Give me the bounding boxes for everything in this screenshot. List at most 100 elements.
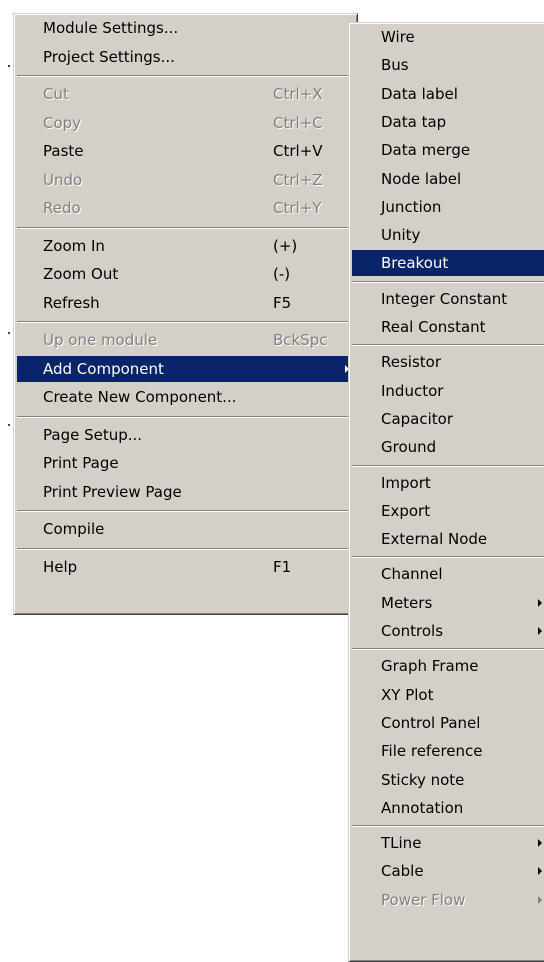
menu-item-label: Cable: [381, 862, 424, 881]
menu-item-print-preview-page[interactable]: Print Preview Page: [17, 479, 354, 505]
menu-item-label: Import: [381, 473, 431, 492]
menu-separator: [17, 510, 354, 512]
menu-item-label: Meters: [381, 593, 433, 612]
canvas-dot: [8, 424, 10, 426]
menu-item-label: Page Setup...: [43, 425, 143, 444]
add-component-submenu: Wire Bus Data label Data tap Data merge Node …: [348, 22, 544, 962]
submenu-item-node-label[interactable]: Node label: [352, 166, 544, 192]
menu-item-label: Integer Constant: [381, 289, 508, 308]
menu-item-zoom-in[interactable]: Zoom In (+): [17, 233, 354, 259]
canvas-dot: [8, 65, 10, 67]
menu-item-shortcut: Ctrl+X: [273, 85, 323, 103]
submenu-item-power-flow[interactable]: Power Flow: [352, 887, 544, 913]
submenu-item-control-panel[interactable]: Control Panel: [352, 710, 544, 736]
submenu-item-bus[interactable]: Bus: [352, 52, 544, 78]
menu-separator: [17, 415, 354, 418]
submenu-item-unity[interactable]: Unity: [352, 222, 544, 248]
menu-item-label: Print Preview Page: [43, 482, 182, 501]
submenu-arrow-icon: [538, 895, 542, 904]
menu-item-copy[interactable]: Copy Ctrl+C: [17, 110, 354, 136]
menu-item-label: Undo: [43, 170, 83, 189]
menu-item-label: Copy: [43, 113, 82, 132]
menu-item-label: Cut: [43, 85, 69, 103]
menu-separator: [17, 547, 354, 550]
menu-item-label: External Node: [381, 530, 488, 549]
menu-item-label: Refresh: [43, 293, 100, 312]
menu-item-print-page[interactable]: Print Page: [17, 450, 354, 476]
submenu-item-external-node[interactable]: External Node: [352, 526, 544, 552]
menu-item-label: Graph Frame: [381, 657, 479, 676]
menu-item-label: File reference: [381, 742, 483, 761]
menu-item-module-settings[interactable]: Module Settings...: [17, 15, 354, 41]
submenu-item-sticky-note[interactable]: Sticky note: [352, 767, 544, 793]
menu-item-shortcut: (+): [273, 236, 298, 255]
submenu-item-data-merge[interactable]: Data merge: [352, 137, 544, 163]
menu-item-zoom-out[interactable]: Zoom Out (-): [17, 261, 354, 287]
menu-separator: [352, 464, 544, 467]
submenu-arrow-icon: [538, 839, 542, 848]
submenu-item-capacitor[interactable]: Capacitor: [352, 406, 544, 432]
submenu-item-cable[interactable]: Cable: [352, 858, 544, 884]
submenu-item-resistor[interactable]: Resistor: [352, 349, 544, 375]
menu-item-refresh[interactable]: Refresh F5: [17, 290, 354, 316]
submenu-item-export[interactable]: Export: [352, 498, 544, 524]
submenu-item-data-tap[interactable]: Data tap: [352, 109, 544, 135]
menu-item-label: Export: [381, 501, 431, 520]
menu-item-page-setup[interactable]: Page Setup...: [17, 422, 354, 448]
menu-item-shortcut: Ctrl+Z: [273, 170, 323, 189]
submenu-item-real-constant[interactable]: Real Constant: [352, 314, 544, 340]
menu-separator: [17, 321, 354, 323]
submenu-item-inductor[interactable]: Inductor: [352, 378, 544, 404]
menu-item-label: Print Page: [43, 454, 119, 472]
menu-item-cut[interactable]: Cut Ctrl+X: [17, 81, 354, 107]
menu-item-project-settings[interactable]: Project Settings...: [17, 44, 354, 70]
menu-item-label: Redo: [43, 199, 81, 217]
submenu-item-import[interactable]: Import: [352, 470, 544, 496]
submenu-item-xy-plot[interactable]: XY Plot: [352, 682, 544, 708]
menu-separator: [352, 280, 544, 283]
submenu-item-controls[interactable]: Controls: [352, 618, 544, 644]
submenu-item-file-reference[interactable]: File reference: [352, 738, 544, 764]
menu-separator: [17, 226, 354, 229]
menu-item-compile[interactable]: Compile: [17, 516, 354, 542]
menu-item-shortcut: Ctrl+C: [273, 113, 323, 132]
menu-item-shortcut: Ctrl+Y: [273, 199, 322, 217]
menu-item-paste[interactable]: Paste Ctrl+V: [17, 138, 354, 164]
menu-separator: [352, 648, 544, 651]
submenu-item-wire[interactable]: Wire: [352, 24, 544, 50]
submenu-item-channel[interactable]: Channel: [352, 561, 544, 587]
submenu-item-data-label[interactable]: Data label: [352, 81, 544, 107]
submenu-item-meters[interactable]: Meters: [352, 590, 544, 616]
submenu-item-breakout[interactable]: Breakout: [352, 250, 544, 277]
menu-item-label: Create New Component...: [43, 388, 237, 406]
submenu-arrow-icon: [538, 627, 542, 635]
menu-item-up-one-module[interactable]: Up one module BckSpc: [17, 327, 354, 353]
menu-item-label: Help: [43, 557, 78, 576]
menu-item-shortcut: BckSpc: [273, 331, 328, 349]
submenu-arrow-icon: [538, 598, 542, 607]
menu-item-label: Node label: [381, 169, 462, 188]
menu-item-undo[interactable]: Undo Ctrl+Z: [17, 167, 354, 193]
menu-item-label: Project Settings...: [43, 47, 175, 66]
menu-item-label: Channel: [381, 565, 443, 584]
menu-item-label: Ground: [381, 438, 437, 457]
menu-item-label: Wire: [381, 28, 415, 46]
canvas-dot: [8, 332, 10, 334]
menu-item-help[interactable]: Help F1: [17, 554, 354, 580]
menu-item-label: Zoom Out: [43, 265, 119, 283]
menu-item-label: Breakout: [381, 254, 449, 273]
menu-item-label: Compile: [43, 520, 105, 538]
submenu-item-ground[interactable]: Ground: [352, 434, 544, 460]
menu-item-create-new-component[interactable]: Create New Component...: [17, 384, 354, 410]
menu-item-label: Up one module: [43, 331, 158, 349]
menu-item-label: Power Flow: [381, 890, 466, 909]
submenu-item-integer-constant[interactable]: Integer Constant: [352, 286, 544, 312]
menu-item-label: Resistor: [381, 353, 441, 372]
menu-item-add-component[interactable]: Add Component: [17, 355, 354, 382]
menu-item-redo[interactable]: Redo Ctrl+Y: [17, 195, 354, 221]
submenu-item-tline[interactable]: TLine: [352, 830, 544, 856]
submenu-item-graph-frame[interactable]: Graph Frame: [352, 653, 544, 679]
submenu-item-annotation[interactable]: Annotation: [352, 795, 544, 821]
submenu-item-junction[interactable]: Junction: [352, 194, 544, 220]
menu-item-label: Data merge: [381, 141, 471, 160]
